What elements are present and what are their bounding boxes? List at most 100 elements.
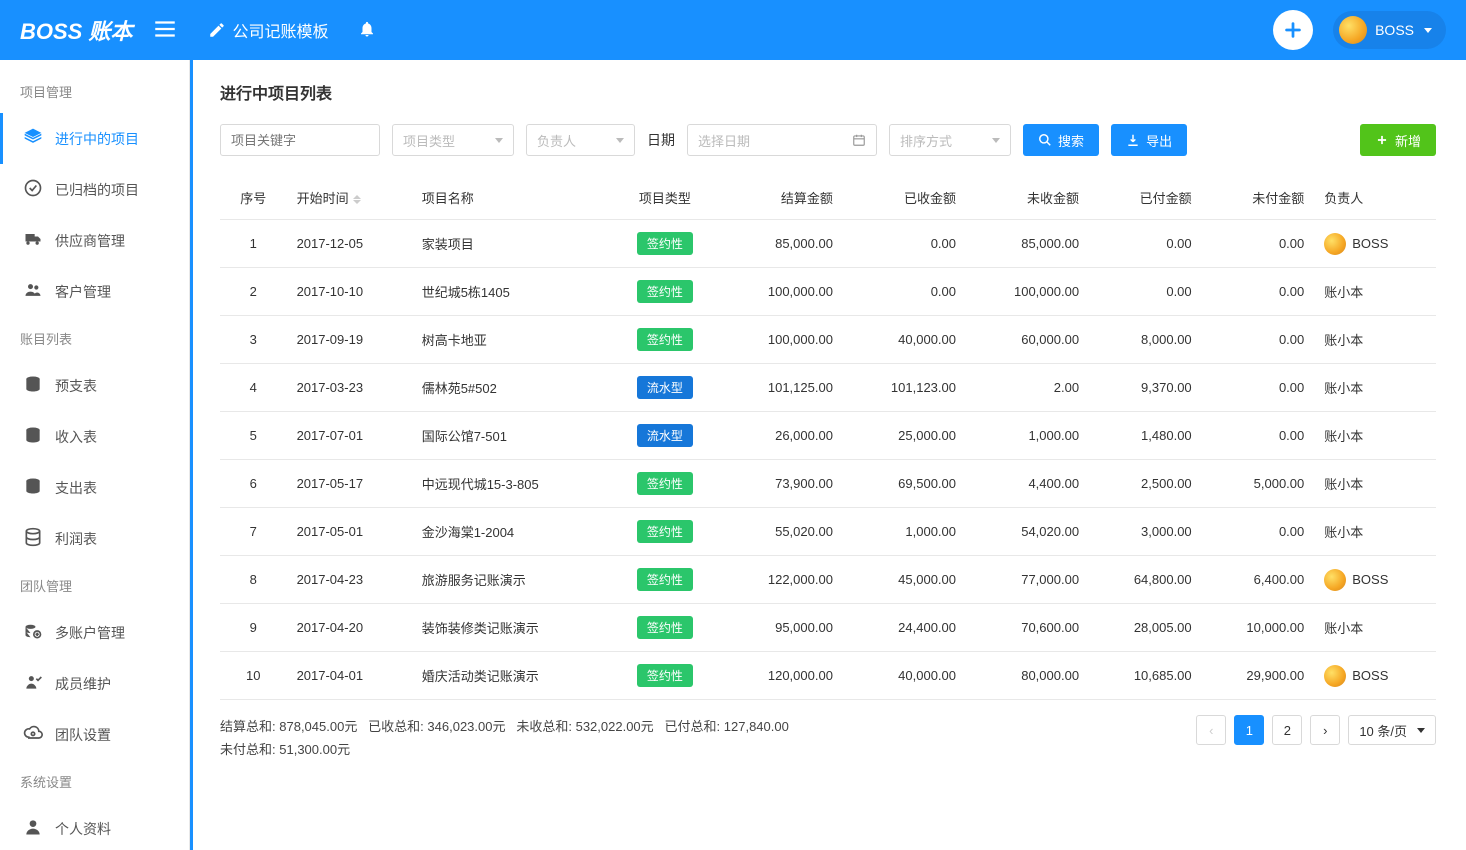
- sidebar-item-multi-account[interactable]: 多账户管理: [0, 607, 189, 658]
- col-unreceived[interactable]: 未收金额: [966, 176, 1089, 220]
- search-button[interactable]: 搜索: [1023, 124, 1099, 156]
- cell-owner: BOSS: [1314, 220, 1436, 268]
- sidebar-item-income-table[interactable]: 收入表: [0, 411, 189, 462]
- sidebar-group-label: 账目列表: [0, 317, 189, 360]
- layers-icon: [23, 127, 43, 150]
- plus-icon: [1375, 133, 1389, 147]
- cell-owner: 账小本: [1314, 460, 1436, 508]
- col-paid[interactable]: 已付金额: [1089, 176, 1202, 220]
- cell-type: 签约性: [610, 460, 720, 508]
- table-row[interactable]: 92017-04-20装饰装修类记账演示签约性95,000.0024,400.0…: [220, 604, 1436, 652]
- page-button-1[interactable]: 1: [1234, 715, 1264, 745]
- projects-table: 序号 开始时间 项目名称 项目类型 结算金额 已收金额 未收金额 已付金额 未付…: [220, 176, 1436, 700]
- col-settle[interactable]: 结算金额: [720, 176, 843, 220]
- cell-unpaid: 0.00: [1202, 268, 1315, 316]
- owner-select[interactable]: 负责人: [526, 124, 635, 156]
- type-tag: 签约性: [637, 280, 693, 303]
- sidebar-item-team-settings[interactable]: 团队设置: [0, 709, 189, 760]
- search-icon: [1038, 133, 1052, 147]
- sidebar-item-in-progress-projects[interactable]: 进行中的项目: [0, 113, 189, 164]
- cell-unpaid: 6,400.00: [1202, 556, 1315, 604]
- cell-name: 家装项目: [412, 220, 610, 268]
- cell-type: 签约性: [610, 268, 720, 316]
- person-icon: [23, 817, 43, 840]
- sidebar-item-label: 支出表: [55, 478, 97, 498]
- table-row[interactable]: 102017-04-01婚庆活动类记账演示签约性120,000.0040,000…: [220, 652, 1436, 700]
- cell-paid: 3,000.00: [1089, 508, 1202, 556]
- cell-unreceived: 1,000.00: [966, 412, 1089, 460]
- table-row[interactable]: 42017-03-23儒林苑5#502流水型101,125.00101,123.…: [220, 364, 1436, 412]
- table-header-row: 序号 开始时间 项目名称 项目类型 结算金额 已收金额 未收金额 已付金额 未付…: [220, 176, 1436, 220]
- cell-received: 45,000.00: [843, 556, 966, 604]
- cell-paid: 28,005.00: [1089, 604, 1202, 652]
- menu-icon: [152, 16, 178, 42]
- sidebar-item-supplier-management[interactable]: 供应商管理: [0, 215, 189, 266]
- plus-icon: [1282, 19, 1304, 41]
- col-type[interactable]: 项目类型: [610, 176, 720, 220]
- avatar: [1324, 569, 1346, 591]
- next-page-button[interactable]: ›: [1310, 715, 1340, 745]
- page-size-select[interactable]: 10 条/页: [1348, 715, 1436, 745]
- cell-unreceived: 80,000.00: [966, 652, 1089, 700]
- col-index[interactable]: 序号: [220, 176, 287, 220]
- table-row[interactable]: 32017-09-19树高卡地亚签约性100,000.0040,000.0060…: [220, 316, 1436, 364]
- col-owner[interactable]: 负责人: [1314, 176, 1436, 220]
- pagination: ‹ 12 › 10 条/页: [1196, 715, 1436, 745]
- sidebar-item-advance-table[interactable]: 预支表: [0, 360, 189, 411]
- project-type-select[interactable]: 项目类型: [392, 124, 514, 156]
- sidebar-item-member-maintenance[interactable]: 成员维护: [0, 658, 189, 709]
- cell-unpaid: 0.00: [1202, 412, 1315, 460]
- table-row[interactable]: 52017-07-01国际公馆7-501流水型26,000.0025,000.0…: [220, 412, 1436, 460]
- table-row[interactable]: 62017-05-17中远现代城15-3-805签约性73,900.0069,5…: [220, 460, 1436, 508]
- page-button-2[interactable]: 2: [1272, 715, 1302, 745]
- export-button[interactable]: 导出: [1111, 124, 1187, 156]
- cell-owner: 账小本: [1314, 412, 1436, 460]
- cell-received: 69,500.00: [843, 460, 966, 508]
- col-start-date[interactable]: 开始时间: [287, 176, 412, 220]
- prev-page-button[interactable]: ‹: [1196, 715, 1226, 745]
- sidebar-item-profit-table[interactable]: 利润表: [0, 513, 189, 564]
- user-menu[interactable]: BOSS: [1333, 11, 1446, 49]
- cell-name: 旅游服务记账演示: [412, 556, 610, 604]
- sidebar-item-customer-management[interactable]: 客户管理: [0, 266, 189, 317]
- add-project-button[interactable]: 新增: [1360, 124, 1436, 156]
- date-picker[interactable]: 选择日期: [687, 124, 877, 156]
- users-icon: [23, 280, 43, 303]
- col-name[interactable]: 项目名称: [412, 176, 610, 220]
- header-title[interactable]: 公司记账模板: [208, 18, 328, 42]
- db-icon: [23, 527, 43, 550]
- cell-index: 7: [220, 508, 287, 556]
- add-button[interactable]: [1273, 10, 1313, 50]
- cell-owner: 账小本: [1314, 604, 1436, 652]
- cell-unreceived: 54,020.00: [966, 508, 1089, 556]
- cell-settle: 120,000.00: [720, 652, 843, 700]
- table-row[interactable]: 72017-05-01金沙海棠1-2004签约性55,020.001,000.0…: [220, 508, 1436, 556]
- cell-settle: 101,125.00: [720, 364, 843, 412]
- table-row[interactable]: 22017-10-10世纪城5栋1405签约性100,000.000.00100…: [220, 268, 1436, 316]
- cell-received: 0.00: [843, 220, 966, 268]
- cell-name: 中远现代城15-3-805: [412, 460, 610, 508]
- table-footer: 结算总和: 878,045.00元 已收总和: 346,023.00元 未收总和…: [220, 715, 1436, 762]
- cell-date: 2017-05-17: [287, 460, 412, 508]
- sidebar-item-expense-table[interactable]: 支出表: [0, 462, 189, 513]
- cell-index: 10: [220, 652, 287, 700]
- col-received[interactable]: 已收金额: [843, 176, 966, 220]
- menu-toggle-button[interactable]: [152, 16, 178, 45]
- sidebar-item-profile[interactable]: 个人资料: [0, 803, 189, 850]
- cell-settle: 85,000.00: [720, 220, 843, 268]
- sort-select[interactable]: 排序方式: [889, 124, 1011, 156]
- cell-received: 24,400.00: [843, 604, 966, 652]
- notifications-button[interactable]: [358, 20, 376, 41]
- cell-settle: 95,000.00: [720, 604, 843, 652]
- cell-date: 2017-07-01: [287, 412, 412, 460]
- keyword-input[interactable]: [220, 124, 380, 156]
- cell-date: 2017-03-23: [287, 364, 412, 412]
- col-unpaid[interactable]: 未付金额: [1202, 176, 1315, 220]
- type-tag: 签约性: [637, 232, 693, 255]
- logo: BOSS 账本: [20, 14, 132, 46]
- table-row[interactable]: 12017-12-05家装项目签约性85,000.000.0085,000.00…: [220, 220, 1436, 268]
- coins-icon: [23, 374, 43, 397]
- table-row[interactable]: 82017-04-23旅游服务记账演示签约性122,000.0045,000.0…: [220, 556, 1436, 604]
- sidebar-item-archived-projects[interactable]: 已归档的项目: [0, 164, 189, 215]
- cell-type: 签约性: [610, 316, 720, 364]
